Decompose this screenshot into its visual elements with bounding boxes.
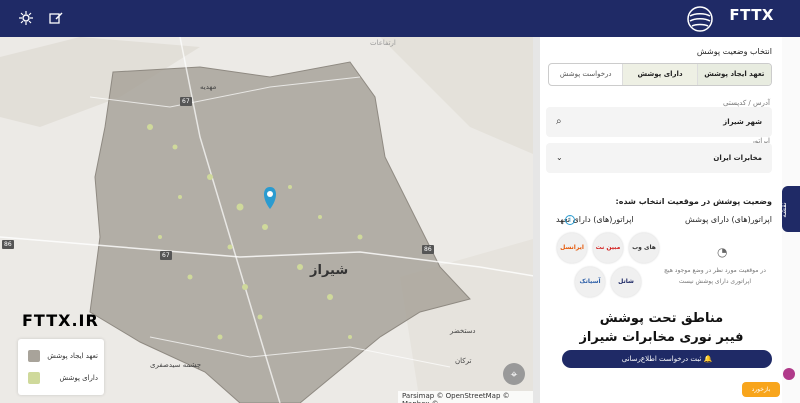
legend-item-covered: دارای پوشش [18, 371, 104, 387]
operator-logo-asiatech[interactable]: آسیاتک [575, 267, 605, 297]
search-icon[interactable]: ⌕ [556, 116, 562, 127]
map-scrollbar[interactable] [533, 37, 540, 403]
panel-title: انتخاب وضعیت پوشش [696, 47, 772, 56]
coverage-panel: انتخاب وضعیت پوشش تعهد ایجاد پوشش دارای … [541, 37, 782, 403]
map-toggle-label: نقشه [779, 202, 788, 218]
locate-me-button[interactable]: ⌖ [503, 363, 525, 385]
crosshair-icon: ⌖ [510, 367, 518, 381]
operator-logo-irancell[interactable]: ایرانسل [557, 233, 587, 263]
map-label-cheshmeh: چشمه سیدصفری [150, 361, 202, 369]
map-legend: تعهد ایجاد پوشش دارای پوشش [18, 339, 104, 395]
edit-icon[interactable] [48, 10, 64, 26]
promo-line-2: فیبر نوری مخابرات شیراز [579, 330, 744, 345]
legend-swatch [28, 372, 40, 384]
map-attribution[interactable]: Parsimap © OpenStreetMap © Mapbox © [398, 391, 540, 403]
address-value: شهر شیراز [723, 118, 762, 126]
operator-logo-hiweb[interactable]: های وب [629, 233, 659, 263]
map-label-torkan: ترکان [455, 357, 472, 365]
operator-logo-mobinnet[interactable]: مبین نت [593, 233, 623, 263]
feedback-button[interactable]: بازخورد [742, 382, 780, 397]
coverage-status-title: وضعیت پوشش در موقعیت انتخاب شده: [615, 197, 772, 206]
promo-line-1: مناطق تحت پوشش [599, 311, 724, 326]
info-icon[interactable]: i [565, 215, 575, 225]
map-label-heights: ارتفاعات [370, 39, 396, 47]
operator-logo-shatel[interactable]: شاتل [611, 267, 641, 297]
road-shield: 86 [2, 240, 14, 249]
operator-value: مخابرات ایران [713, 154, 762, 162]
fttx-ir-watermark: FTTX.IR [22, 311, 99, 330]
road-shield: 67 [160, 251, 172, 260]
map-label-mahdieh: مهدیه [200, 83, 217, 91]
tab-request[interactable]: درخواست پوشش [549, 64, 622, 85]
map-label-dastkhezr: دستخضر [450, 327, 476, 335]
top-bar: FTTX [0, 0, 800, 37]
brand-name: FTTX [729, 6, 774, 24]
address-label: آدرس / کدپستی [723, 99, 770, 107]
road-shield: 67 [180, 97, 192, 106]
road-shield: 86 [422, 245, 434, 254]
legend-item-committed: تعهد ایجاد پوشش [18, 349, 104, 365]
no-signal-icon: ◔ [717, 245, 728, 259]
address-field[interactable]: شهر شیراز ⌕ [546, 107, 772, 137]
tab-covered[interactable]: دارای پوشش [622, 64, 697, 85]
city-label-shiraz: شیراز [310, 263, 349, 278]
settings-icon[interactable] [18, 10, 34, 26]
notify-request-button[interactable]: 🔔 ثبت درخواست اطلاع‌رسانی [562, 350, 772, 368]
notify-request-label: ثبت درخواست اطلاع‌رسانی [621, 355, 702, 363]
covered-operators-heading: اپراتور(های) دارای پوشش [685, 215, 772, 224]
map-toggle-tab[interactable]: نقشه [779, 186, 800, 232]
support-chat-icon[interactable] [783, 368, 795, 380]
chevron-down-icon: ⌄ [556, 153, 563, 162]
coverage-tabs: تعهد ایجاد پوشش دارای پوشش درخواست پوشش [548, 63, 772, 86]
coverage-map[interactable]: مهدیه دستخضر ترکان چشمه سیدصفری ارتفاعات… [0, 37, 540, 403]
legend-swatch [28, 350, 40, 362]
no-coverage-message: در موقعیت مورد نظر در وضع موجود هیچ اپرا… [664, 267, 766, 285]
legend-label: تعهد ایجاد پوشش [47, 352, 98, 360]
bell-icon: 🔔 [703, 355, 713, 363]
operator-select[interactable]: مخابرات ایران ⌄ [546, 143, 772, 173]
tab-committed[interactable]: تعهد ایجاد پوشش [696, 64, 771, 85]
legend-label: دارای پوشش [59, 374, 98, 382]
